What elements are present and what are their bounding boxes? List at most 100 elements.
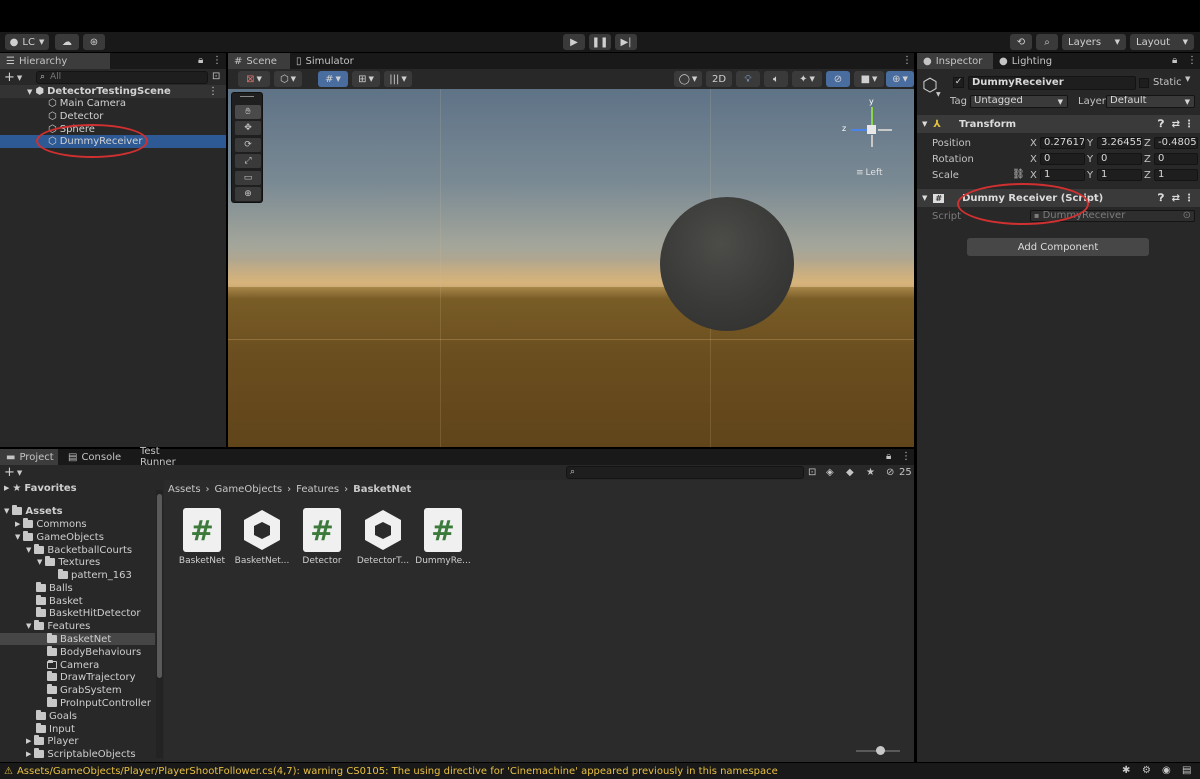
scale-z-input[interactable]: 1 [1154,169,1198,181]
scrollbar-thumb[interactable] [157,494,162,678]
tab-simulator[interactable]: ▯ Simulator [290,53,360,69]
more-icon[interactable]: ⋮ [902,55,912,66]
tab-scene[interactable]: # Scene [228,53,290,69]
drag-handle[interactable] [240,96,254,97]
preset-icon[interactable]: ⇄ [1172,119,1180,130]
cloud-button[interactable]: ☁ [55,34,79,50]
zoom-slider[interactable] [856,746,900,755]
tab-inspector[interactable]: ● Inspector [917,53,993,69]
tree-item-basket[interactable]: Basket [0,595,155,607]
rect-tool[interactable]: ▭ [235,171,261,185]
tab-test-runner[interactable]: Test Runner [134,446,204,468]
create-button[interactable]: + ▼ [4,70,22,85]
asset-item[interactable]: DetectorT... [353,508,413,566]
tab-lighting[interactable]: ● Lighting [993,53,1063,69]
hidden-objects-toggle[interactable]: ⊘ [826,71,850,87]
object-name-input[interactable]: DummyReceiver [968,76,1136,90]
label-filter-icon[interactable]: ◆ [846,467,854,478]
asset-item[interactable]: # DummyRe... [413,508,473,566]
gizmos-dropdown[interactable]: ⊕ ▼ [886,71,914,87]
tab-console[interactable]: ▤ Console [62,449,126,465]
view-label[interactable]: ≡ Left [856,168,882,178]
project-search-input[interactable]: ⌕ [566,466,804,479]
tab-hierarchy[interactable]: ☰ Hierarchy [0,53,110,69]
tab-project[interactable]: ▬ Project [0,449,58,465]
hierarchy-item-detector[interactable]: ⬡ Detector [0,110,226,123]
tag-dropdown[interactable]: Untagged ▼ [970,95,1068,108]
star-icon[interactable]: ★ [866,467,875,478]
rotation-x-input[interactable]: 0 [1040,153,1085,165]
history-button[interactable]: ⟲ [1010,34,1032,50]
shading-dropdown[interactable]: ⬡ ▼ [274,71,302,87]
sphere-object[interactable] [660,197,794,331]
transform-tool[interactable]: ⊕ [235,187,261,201]
tree-item-pattern-163[interactable]: pattern_163 [0,569,155,581]
activity-icon[interactable]: ▤ [1182,765,1191,776]
help-icon[interactable]: ❓︎ [1158,193,1164,204]
rotation-z-input[interactable]: 0 [1154,153,1198,165]
more-icon[interactable]: ⋮ [208,86,218,97]
more-icon[interactable]: ⋮ [1187,55,1197,66]
create-asset-button[interactable]: + ▼ [4,465,22,480]
tree-item-basketnet[interactable]: BasketNet [0,633,155,645]
rotate-tool[interactable]: ⟳ [235,138,261,152]
static-checkbox[interactable] [1139,78,1149,88]
help-icon[interactable]: ❓︎ [1158,119,1164,130]
rotation-y-input[interactable]: 0 [1097,153,1142,165]
scale-y-input[interactable]: 1 [1097,169,1142,181]
hand-tool[interactable]: ✋︎ [235,105,261,119]
hierarchy-search-input[interactable]: ⌕ All [36,71,208,84]
tree-item-grabsystem[interactable]: GrabSystem [0,684,155,696]
more-icon[interactable]: ⋮ [1184,193,1194,204]
position-y-input[interactable]: 3.26455 [1097,137,1142,149]
tree-item-drawtrajectory[interactable]: DrawTrajectory [0,671,155,683]
favorites-row[interactable]: ▶ ★ Favorites [0,482,155,494]
collab-button[interactable]: ⊛ [83,34,105,50]
tree-scrollbar[interactable] [156,490,163,758]
scale-tool[interactable]: ⤢ [235,154,261,168]
step-button[interactable]: ▶| [615,34,637,50]
tree-item-baskethitdetector[interactable]: BasketHitDetector [0,607,155,619]
layer-dropdown[interactable]: Default ▼ [1106,95,1195,108]
position-z-input[interactable]: -0.4805 [1154,137,1198,149]
tree-item-player[interactable]: ▶ Player [0,735,155,747]
asset-item[interactable]: # BasketNet [172,508,232,566]
more-icon[interactable]: ⋮ [901,451,911,462]
bug-icon[interactable]: ✱ [1122,765,1130,776]
hidden-count-icon[interactable]: ⊘ [886,467,894,478]
tree-item-assets[interactable]: ▼ Assets [0,505,155,517]
breadcrumb-item[interactable]: BasketNet [353,484,411,495]
position-x-input[interactable]: 0.27617: [1040,137,1085,149]
tree-item-backetballcourts[interactable]: ▼ BacketballCourts [0,544,155,556]
audio-visual-button[interactable]: ||| ▼ [384,71,412,87]
pause-button[interactable]: ❚❚ [589,34,611,50]
zoom-slider-thumb[interactable] [876,746,885,755]
lock-icon[interactable]: 🔒︎ [198,55,203,66]
breadcrumb-item[interactable]: Assets [168,484,201,495]
breadcrumb-item[interactable]: GameObjects [215,484,283,495]
tree-item-goals[interactable]: Goals [0,710,155,722]
tree-item-features[interactable]: ▼ Features [0,620,155,632]
lock-icon[interactable]: 🔒︎ [886,451,891,462]
camera-dropdown[interactable]: ■ ▼ [854,71,884,87]
2d-toggle[interactable]: 2D [706,71,732,87]
add-component-button[interactable]: Add Component [967,238,1149,256]
layers-dropdown[interactable]: Layers ▼ [1062,34,1126,50]
layout-dropdown[interactable]: Layout ▼ [1130,34,1194,50]
more-icon[interactable]: ⋮ [212,55,222,66]
tree-item-input[interactable]: Input [0,723,155,735]
link-icon[interactable]: ⛓︎ [1012,169,1025,180]
account-button[interactable]: ● LC ▼ [5,34,49,50]
status-bar[interactable]: ⚠ Assets/GameObjects/Player/PlayerShootF… [0,763,1200,779]
move-tool[interactable]: ✥ [235,121,261,135]
scene-viewport[interactable]: y z ≡ Left [228,89,914,447]
hierarchy-item-main-camera[interactable]: ⬡ Main Camera [0,97,226,110]
target-icon[interactable]: ⊙ [1183,211,1191,221]
snap-increment-button[interactable]: ⊞ ▼ [352,71,380,87]
type-filter-icon[interactable]: ◈ [826,467,834,478]
tree-item-textures[interactable]: ▼ Textures [0,556,155,568]
chevron-down-icon[interactable]: ▼ [1185,75,1190,83]
active-checkbox[interactable]: ✓ [953,77,964,88]
audio-toggle[interactable]: 🔈︎ [764,71,788,87]
grid-snap-button[interactable]: # ▼ [318,71,348,87]
